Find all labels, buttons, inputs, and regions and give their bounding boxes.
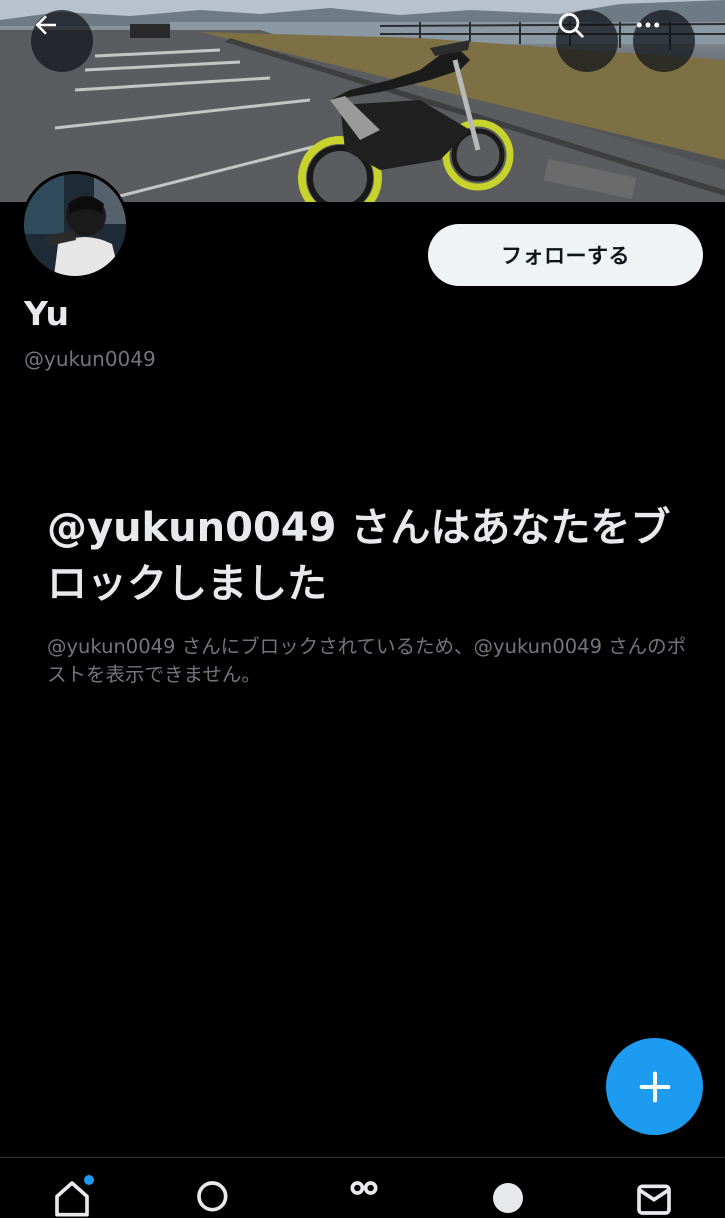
nav-search[interactable] — [184, 1178, 244, 1218]
back-button[interactable] — [31, 10, 93, 72]
blocked-title: @yukun0049 さんはあなたをブロックしました — [47, 505, 671, 607]
avatar-image — [24, 174, 126, 276]
blocked-description: @yukun0049 さんにブロックされているため、@yukun0049 さんの… — [47, 635, 687, 686]
search-button[interactable] — [556, 10, 618, 72]
display-name: Yu — [24, 294, 69, 333]
nav-home[interactable] — [42, 1178, 102, 1218]
search-icon — [197, 1181, 228, 1212]
plus-icon — [639, 1071, 670, 1102]
bottom-nav — [0, 1157, 725, 1217]
username-handle: @yukun0049 — [24, 347, 156, 371]
nav-grok[interactable] — [334, 1178, 394, 1218]
compose-post-button[interactable] — [606, 1038, 703, 1135]
communities-icon — [493, 1183, 523, 1213]
profile-banner[interactable] — [0, 0, 725, 202]
more-horizontal-icon — [636, 22, 660, 28]
avatar[interactable] — [21, 171, 129, 279]
more-button[interactable] — [633, 10, 695, 72]
messages-icon — [637, 1184, 671, 1215]
notification-dot — [84, 1175, 94, 1185]
nav-messages[interactable] — [624, 1178, 684, 1218]
arrow-left-icon — [35, 15, 56, 35]
grok-icon — [350, 1181, 378, 1195]
nav-communities[interactable] — [478, 1178, 538, 1218]
search-icon — [559, 13, 584, 38]
follow-button[interactable]: フォローする — [428, 224, 703, 286]
